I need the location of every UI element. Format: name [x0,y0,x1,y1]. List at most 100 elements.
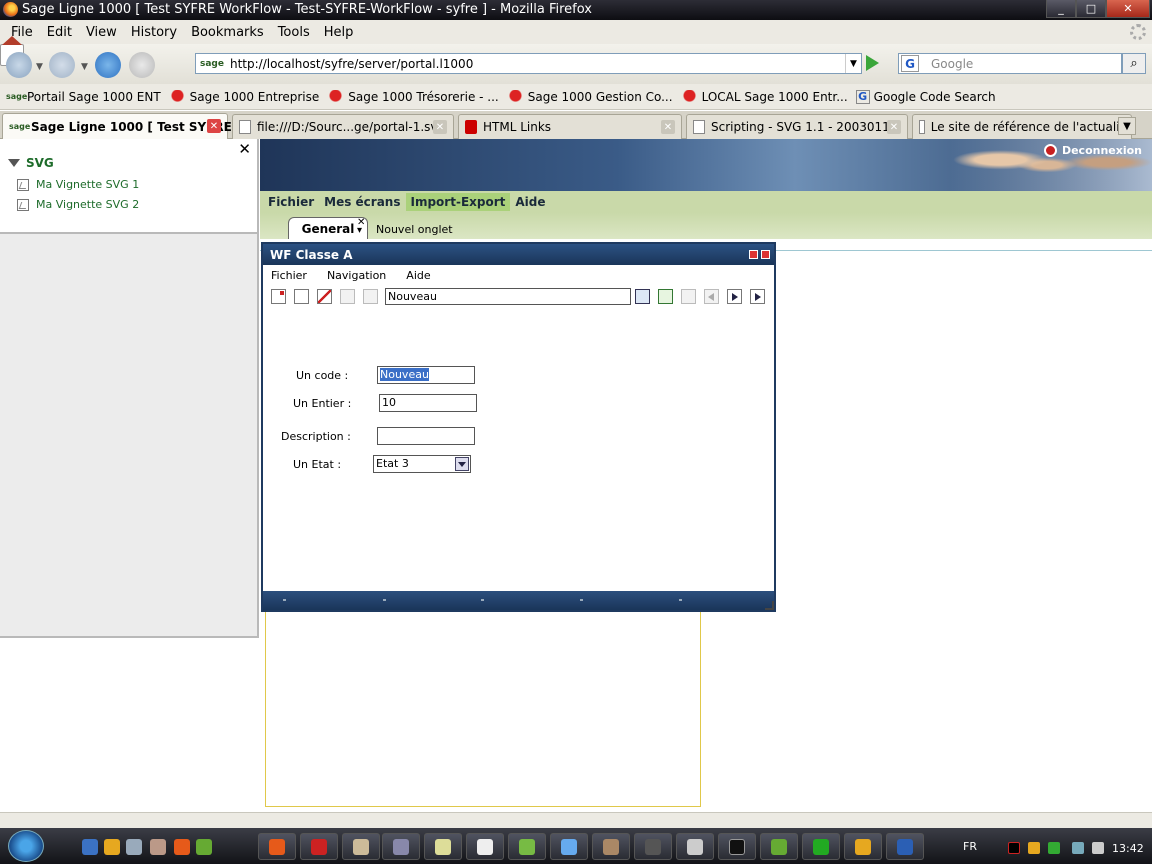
tab-site-reference[interactable]: Le site de référence de l'actuali... [912,114,1132,139]
taskbar-app-2[interactable] [300,833,338,860]
taskbar-app-14[interactable] [802,833,840,860]
delete-icon[interactable] [317,289,332,304]
clock[interactable]: 13:42 [1112,842,1144,855]
taskbar-app-7[interactable] [508,833,546,860]
language-indicator[interactable]: FR [963,840,977,853]
portal-menu-import-export[interactable]: Import-Export [405,193,511,211]
menu-view[interactable]: View [79,25,124,40]
tray-app-icon[interactable] [1008,842,1020,854]
search-input[interactable]: G Google [898,53,1122,74]
tray-play-icon[interactable] [1048,842,1060,854]
expand-triangle-icon[interactable] [8,159,20,167]
wf-record-search-input[interactable]: Nouveau [385,288,631,305]
portal-tab-general[interactable]: General [288,217,368,239]
code-field[interactable]: Nouveau [377,366,475,384]
url-bar[interactable]: sage http://localhost/syfre/server/porta… [195,53,862,74]
taskbar-clock-app[interactable] [844,833,882,860]
search-engine-icon[interactable]: G [901,55,919,72]
tree-node-svg[interactable]: SVG [8,156,54,170]
start-button[interactable] [8,830,44,862]
close-window-button[interactable]: ✕ [1106,0,1150,18]
select-chevron-down-icon[interactable] [455,457,469,471]
taskbar-word[interactable] [886,833,924,860]
forward-button[interactable] [49,52,75,78]
wf-menu-aide[interactable]: Aide [406,269,430,282]
taskbar-app-8[interactable] [550,833,588,860]
next-record-icon[interactable] [727,289,742,304]
wf-menu-fichier[interactable]: Fichier [271,269,307,282]
taskbar-app-3[interactable] [342,833,380,860]
taskbar-app-9[interactable] [592,833,630,860]
search-app-icon[interactable] [126,839,142,855]
new-document-icon[interactable] [294,289,309,304]
volume-icon[interactable] [1092,842,1104,854]
refresh-icon[interactable] [658,289,673,304]
wf-titlebar[interactable]: WF Classe A [263,244,774,265]
go-arrow-icon[interactable] [866,55,879,71]
save-icon[interactable] [340,289,355,304]
tab-close-icon[interactable]: ✕ [433,120,447,134]
menu-tools[interactable]: Tools [271,25,317,40]
back-button[interactable] [6,52,32,78]
menu-bookmarks[interactable]: Bookmarks [184,25,271,40]
taskbar-cmd[interactable] [718,833,756,860]
bookmark-google-code[interactable]: G Google Code Search [855,89,996,104]
tab-sage-ligne[interactable]: sage Sage Ligne 1000 [ Test SYFRE... ✕ [2,113,246,140]
search-icon[interactable] [635,289,650,304]
taskbar-app-10[interactable] [634,833,672,860]
entier-field[interactable]: 10 [379,394,477,412]
maximize-button[interactable]: □ [1076,0,1106,18]
bookmark-portail-sage[interactable]: sage Portail Sage 1000 ENT [6,90,161,104]
menu-help[interactable]: Help [317,25,361,40]
first-record-icon[interactable] [681,289,696,304]
firefox-quicklaunch-icon[interactable] [174,839,190,855]
search-magnifier-icon[interactable]: ⌕ [1122,53,1146,74]
wf-menu-navigation[interactable]: Navigation [327,269,386,282]
sevenzip-icon[interactable] [196,839,212,855]
reload-button[interactable] [95,52,121,78]
portal-menu-fichier[interactable]: Fichier [263,193,319,211]
url-text[interactable]: http://localhost/syfre/server/portal.l10… [230,57,473,71]
app-icon[interactable] [150,839,166,855]
menu-edit[interactable]: Edit [40,25,79,40]
show-desktop-icon[interactable] [82,839,98,855]
wf-minimize-icon[interactable] [749,250,758,259]
bookmark-local-sage[interactable]: LOCAL Sage 1000 Entr... [680,89,848,104]
forward-history-chevron-icon[interactable]: ▼ [81,62,88,72]
sidebar-close-icon[interactable]: ✕ [238,140,251,158]
taskbar-app-4[interactable] [382,833,420,860]
undo-icon[interactable] [363,289,378,304]
minimize-button[interactable]: _ [1046,0,1076,18]
taskbar-sevenzip[interactable] [760,833,798,860]
tab-list-chevron-icon[interactable]: ▼ [1118,117,1136,135]
tab-portal-svg[interactable]: file:///D:/Sourc...ge/portal-1.svg ✕ [232,114,454,139]
portal-tab-nouvel-onglet[interactable]: Nouvel onglet [376,223,453,236]
tree-item-vignette-1[interactable]: Ma Vignette SVG 1 [17,178,139,191]
last-record-icon[interactable] [750,289,765,304]
taskbar-firefox[interactable] [258,833,296,860]
tray-clock-icon[interactable] [1028,842,1040,854]
clock-app-icon[interactable] [104,839,120,855]
bookmark-sage-entreprise[interactable]: Sage 1000 Entreprise [168,89,319,104]
back-history-chevron-icon[interactable]: ▼ [36,62,43,72]
menu-history[interactable]: History [124,25,184,40]
portal-menu-aide[interactable]: Aide [510,193,550,211]
taskbar-app-6[interactable] [466,833,504,860]
tab-html-links[interactable]: HTML Links ✕ [458,114,682,139]
tree-item-vignette-2[interactable]: Ma Vignette SVG 2 [17,198,139,211]
previous-record-icon[interactable] [704,289,719,304]
stop-button[interactable] [129,52,155,78]
tab-close-icon[interactable]: ✕ [661,120,675,134]
tab-scripting-svg[interactable]: Scripting - SVG 1.1 - 20030114 ✕ [686,114,908,139]
taskbar-app-5[interactable] [424,833,462,860]
network-icon[interactable] [1072,842,1084,854]
taskbar-app-11[interactable] [676,833,714,860]
portal-menu-mes-ecrans[interactable]: Mes écrans [319,193,405,211]
bookmark-sage-gestion[interactable]: Sage 1000 Gestion Co... [506,89,673,104]
description-field[interactable] [377,427,475,445]
new-record-icon[interactable] [271,289,286,304]
tab-close-icon[interactable]: ✕ [207,119,221,133]
etat-select[interactable]: Etat 3 [373,455,471,473]
bookmark-sage-tresorerie[interactable]: Sage 1000 Trésorerie - ... [327,89,499,104]
url-dropdown-chevron-icon[interactable]: ▼ [845,54,861,73]
